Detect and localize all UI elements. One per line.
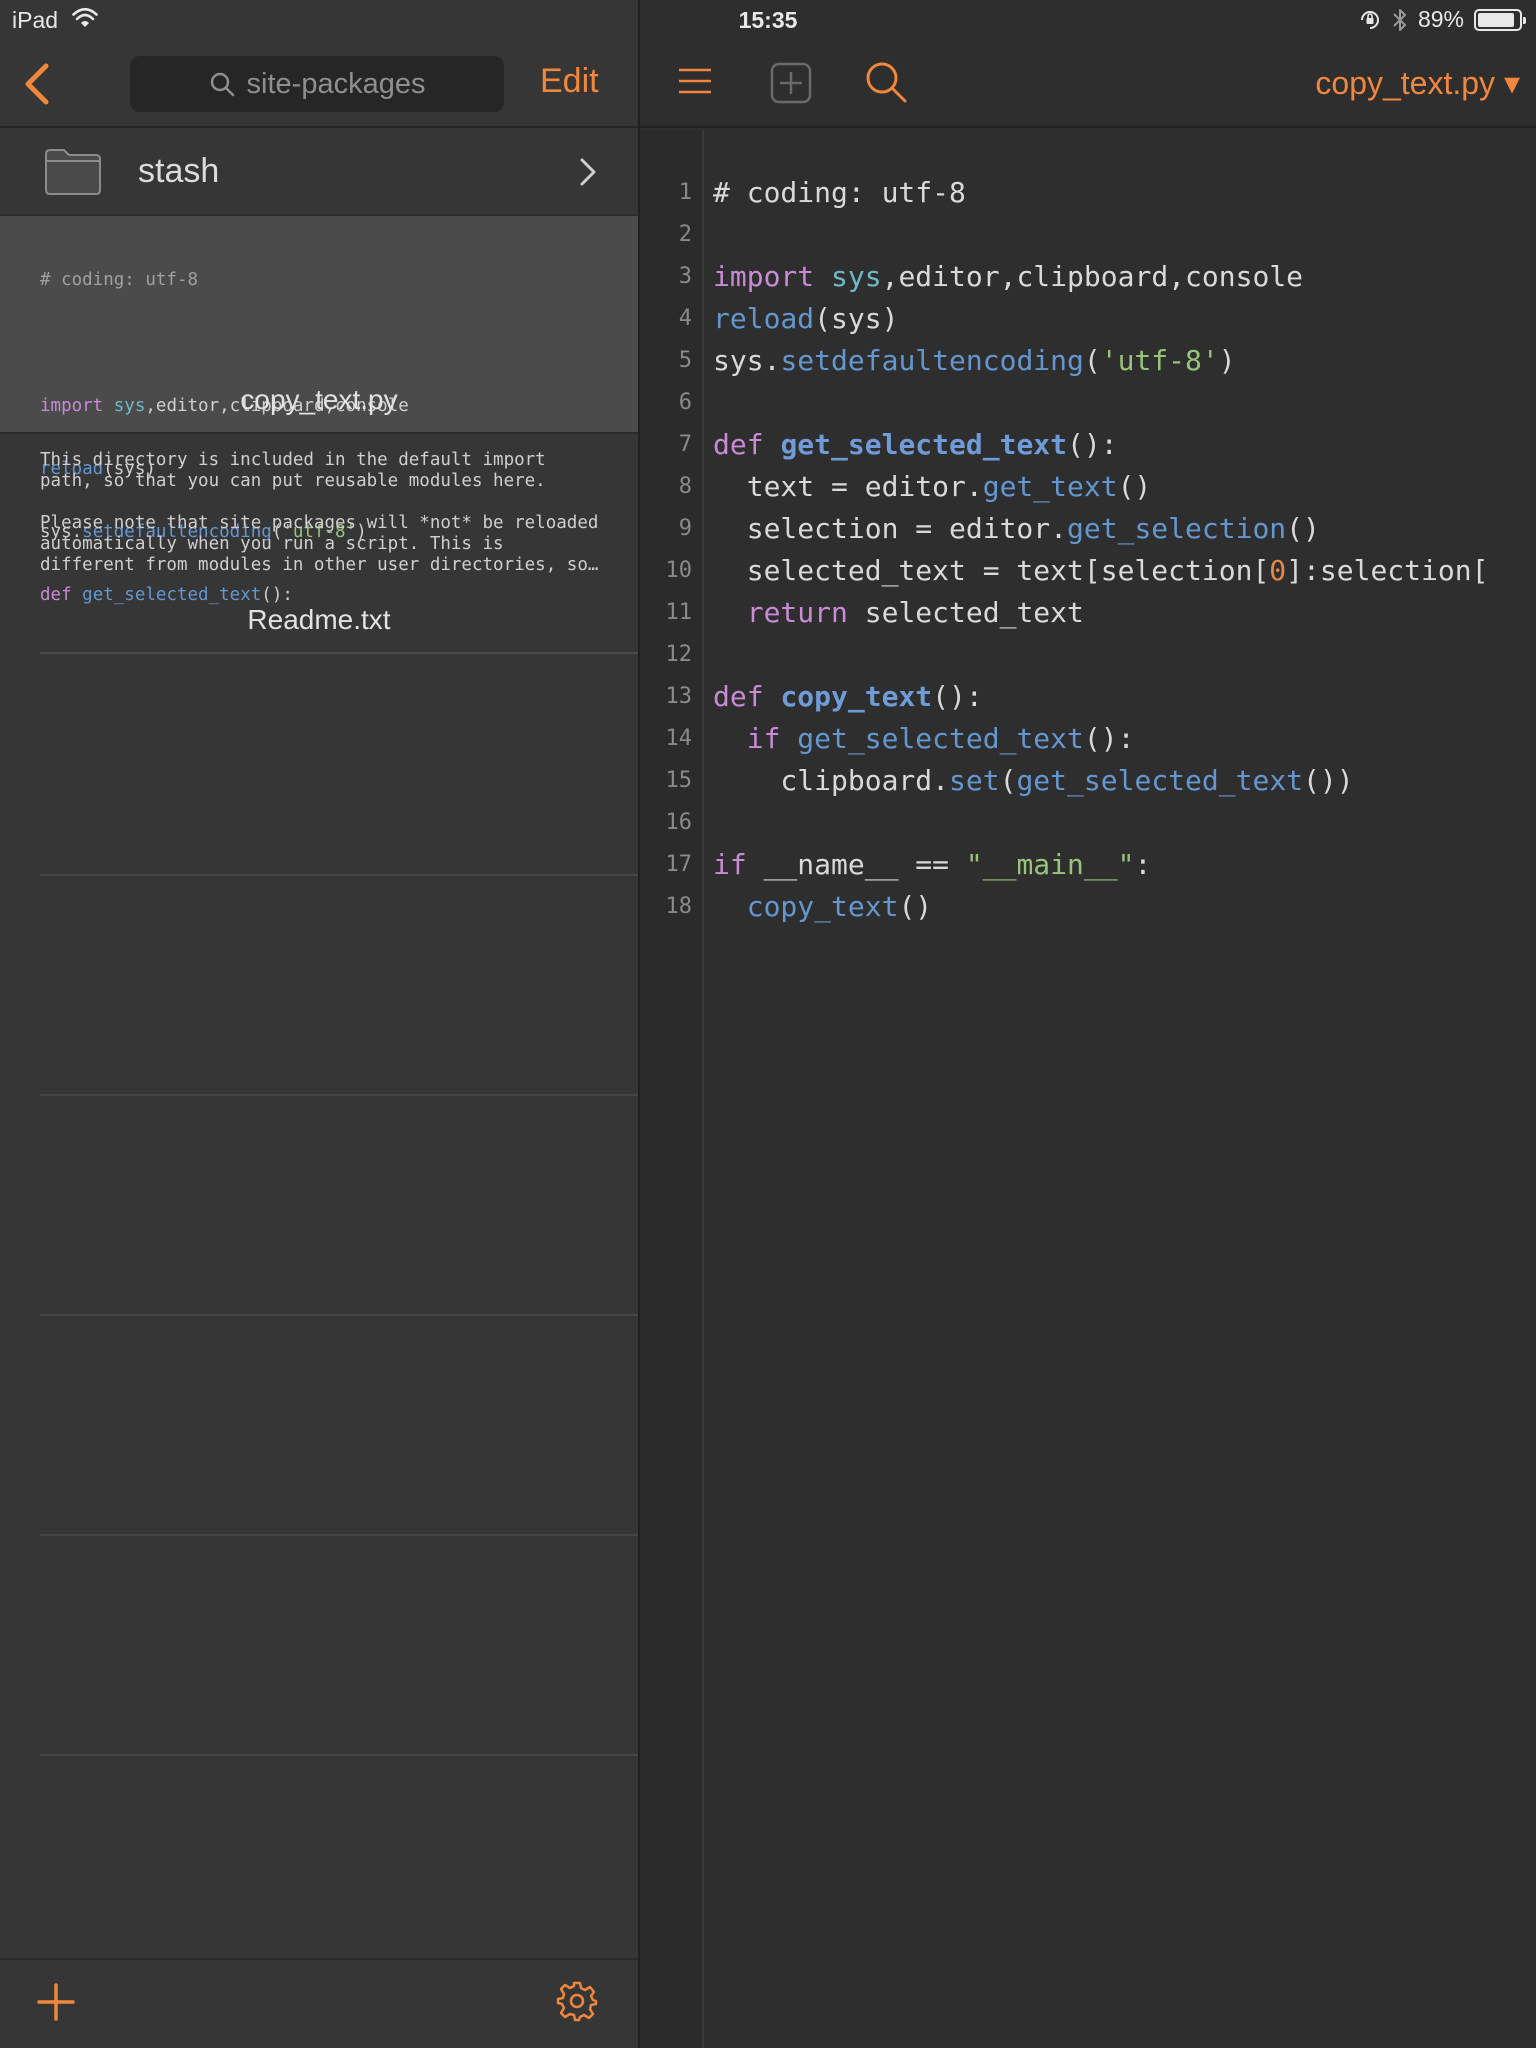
- code-line: 5 sys.setdefaultencoding('utf-8'): [640, 340, 1536, 382]
- code-line: 11 return selected_text: [640, 592, 1536, 634]
- file-name: Readme.txt: [247, 604, 391, 635]
- preview-line: This directory is included in the defaul…: [40, 450, 546, 470]
- file-item-copy-text[interactable]: # coding: utf-8 import sys,editor,clipbo…: [0, 216, 638, 605]
- code-text: def get_selected_text():: [713, 428, 1118, 461]
- code-text: if __name__ == "__main__":: [713, 848, 1152, 881]
- battery-icon: [1474, 8, 1526, 31]
- file-browser-panel: site-packages Edit stash # coding: utf-8…: [0, 0, 638, 2048]
- code-text: # coding: utf-8: [713, 176, 966, 209]
- search-field[interactable]: site-packages: [130, 56, 504, 112]
- code-line: 10 selected_text = text[selection[0]:sel…: [640, 550, 1536, 592]
- code-text: selection = editor.get_selection(): [713, 512, 1320, 545]
- line-number: 1: [678, 180, 692, 205]
- folder-name: stash: [138, 152, 220, 190]
- line-number: 8: [678, 474, 692, 499]
- new-tab-icon[interactable]: [770, 62, 812, 104]
- code-text: import sys,editor,clipboard,console: [713, 260, 1304, 293]
- line-number: 7: [678, 432, 692, 457]
- folder-row-stash[interactable]: stash: [0, 130, 638, 216]
- line-number: 17: [665, 852, 693, 877]
- chevron-right-icon: [580, 158, 596, 186]
- list-separator: [40, 1094, 638, 1096]
- search-icon: [210, 72, 234, 97]
- line-number: 3: [678, 264, 692, 289]
- preview-line: automatically when you run a script. Thi…: [40, 534, 504, 554]
- code-text: reload(sys): [713, 302, 899, 335]
- code-line: 17 if __name__ == "__main__":: [640, 844, 1536, 886]
- code-line: 15 clipboard.set(get_selected_text()): [640, 760, 1536, 802]
- list-separator: [40, 1534, 638, 1536]
- orientation-lock-icon: [1360, 10, 1379, 29]
- file-browser-navbar: site-packages Edit: [0, 40, 638, 128]
- clock: 15:35: [738, 7, 798, 33]
- line-number: 16: [665, 810, 693, 835]
- line-number: 15: [665, 768, 693, 793]
- line-number: 4: [678, 306, 692, 331]
- preview-line: [40, 333, 620, 354]
- line-number: 14: [665, 726, 693, 751]
- file-name: copy_text.py: [240, 384, 398, 415]
- code-line: 12: [640, 634, 1536, 676]
- code-text: def copy_text():: [713, 680, 983, 713]
- file-browser-toolbar: [0, 1958, 638, 2048]
- preview-line: [40, 492, 620, 513]
- folder-icon: [45, 149, 101, 195]
- gear-icon[interactable]: [556, 1980, 598, 2022]
- list-separator: [40, 874, 638, 876]
- code-text: sys.setdefaultencoding('utf-8'): [713, 344, 1236, 377]
- line-number: 9: [678, 516, 692, 541]
- code-line: 18 copy_text(): [640, 886, 1536, 928]
- line-number: 18: [665, 894, 693, 919]
- preview-line: different from modules in other user dir…: [40, 555, 599, 575]
- code-line: 16: [640, 802, 1536, 844]
- code-text: if get_selected_text():: [746, 722, 1135, 755]
- line-number: 5: [678, 348, 692, 373]
- line-number: 6: [678, 390, 692, 415]
- code-editor[interactable]: 1 # coding: utf-8 2 3 import sys,editor,cl…: [640, 172, 1536, 928]
- line-number: 12: [665, 642, 693, 667]
- back-chevron-icon[interactable]: [18, 60, 58, 108]
- status-right: 89%: [1358, 6, 1526, 33]
- code-text: text = editor.get_text(): [713, 470, 1152, 503]
- edit-button[interactable]: Edit: [540, 62, 599, 101]
- code-text: return selected_text: [746, 596, 1084, 629]
- code-text: copy_text(): [746, 890, 933, 923]
- code-line: 1 # coding: utf-8: [640, 172, 1536, 214]
- line-number: 10: [665, 558, 693, 583]
- code-text: selected_text = text[selection[0]:select…: [713, 554, 1489, 587]
- line-number: 13: [665, 684, 693, 709]
- code-line: 9 selection = editor.get_selection(): [640, 508, 1536, 550]
- search-placeholder: site-packages: [246, 67, 426, 100]
- list-separator: [40, 1314, 638, 1316]
- editor-panel: copy_text.py ▾ 1 # coding: utf-8 2 3 impor…: [640, 0, 1536, 2048]
- preview-line: # coding: utf-8: [40, 270, 199, 290]
- line-number: 11: [665, 600, 693, 625]
- code-line: 2: [640, 214, 1536, 256]
- file-item-readme[interactable]: This directory is included in the defaul…: [40, 436, 638, 654]
- line-number: 2: [678, 222, 692, 247]
- search-icon[interactable]: [864, 60, 908, 104]
- list-separator: [40, 1754, 638, 1756]
- add-icon[interactable]: [36, 1982, 76, 2022]
- menu-icon[interactable]: [678, 66, 712, 96]
- code-line: 7 def get_selected_text():: [640, 424, 1536, 466]
- code-line: 3 import sys,editor,clipboard,console: [640, 256, 1536, 298]
- code-text: clipboard.set(get_selected_text()): [713, 764, 1354, 797]
- file-preview: This directory is included in the defaul…: [40, 450, 620, 576]
- editor-file-title[interactable]: copy_text.py ▾: [1315, 64, 1520, 102]
- preview-line: path, so that you can put reusable modul…: [40, 471, 546, 491]
- bluetooth-icon: [1393, 8, 1406, 31]
- status-bar: iPad 15:35 89%: [0, 0, 1536, 40]
- code-line: 6: [640, 382, 1536, 424]
- preview-line: Please note that site packages will *not…: [40, 513, 599, 533]
- editor-navbar: copy_text.py ▾: [640, 40, 1536, 128]
- code-line: 13 def copy_text():: [640, 676, 1536, 718]
- code-line: 4 reload(sys): [640, 298, 1536, 340]
- code-line: 14 if get_selected_text():: [640, 718, 1536, 760]
- battery-percent: 89%: [1417, 6, 1464, 32]
- code-line: 8 text = editor.get_text(): [640, 466, 1536, 508]
